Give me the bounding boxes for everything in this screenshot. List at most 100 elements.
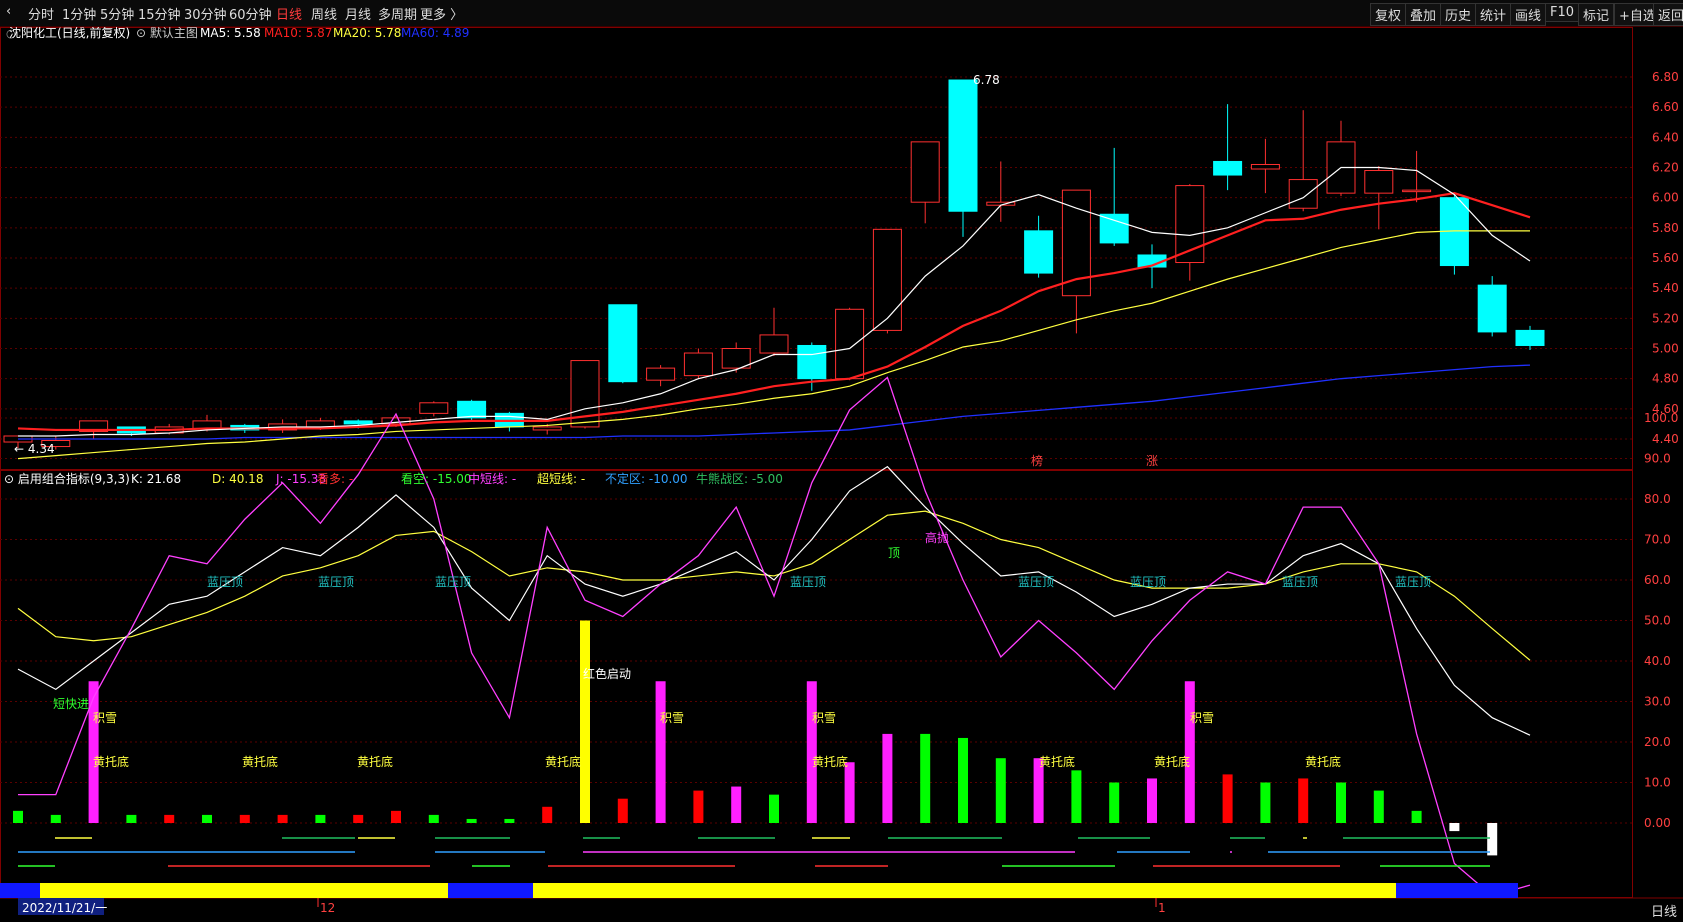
period-tab-4[interactable]: 30分钟 xyxy=(184,4,227,23)
candle-body xyxy=(1477,284,1507,333)
ma-legend-1: MA10: 5.87 xyxy=(264,27,332,40)
annotation-gaopao: 高抛 xyxy=(925,530,949,545)
histogram-bar xyxy=(126,814,137,823)
histogram-bar xyxy=(542,806,553,823)
sub-tick: 40.0 xyxy=(1644,654,1671,668)
period-tab-7[interactable]: 周线 xyxy=(311,4,337,23)
ma-legend-3: MA60: 4.89 xyxy=(401,27,469,40)
price-tick: 6.40 xyxy=(1652,130,1679,144)
marker-zhang: 涨 xyxy=(1146,453,1158,468)
histogram-bar xyxy=(1487,823,1498,856)
period-tab-5[interactable]: 60分钟 xyxy=(229,4,272,23)
period-tab-6[interactable]: 日线 xyxy=(276,4,302,23)
sub-legend-4: 看空: -15.00 xyxy=(401,472,472,486)
sub-tick: 0.00 xyxy=(1644,816,1671,830)
candle-body xyxy=(1288,179,1318,209)
histogram-bar xyxy=(920,733,931,823)
price-tick: 5.80 xyxy=(1652,221,1679,235)
annotation-jixue: 积雪 xyxy=(812,711,836,725)
histogram-bar xyxy=(769,794,779,823)
trend-band-segment xyxy=(40,883,448,898)
candle-body xyxy=(1364,170,1394,194)
annotation-huangtuodi: 黄托底 xyxy=(93,754,129,769)
period-tab-3[interactable]: 15分钟 xyxy=(138,4,181,23)
sub-tick: 70.0 xyxy=(1644,533,1671,547)
histogram-bar xyxy=(958,737,968,823)
histogram-bar xyxy=(655,681,666,823)
main-indicator-name: ⊙ 默认主图 xyxy=(136,27,198,40)
annotation-ding: 顶 xyxy=(888,546,900,560)
back-arrow-icon[interactable]: ‹ xyxy=(6,4,11,19)
price-tick: 6.00 xyxy=(1652,191,1679,205)
histogram-bar xyxy=(693,790,704,823)
annotation-huangtuodi: 黄托底 xyxy=(1039,754,1075,769)
annotation-jixue: 积雪 xyxy=(660,711,684,725)
toolbar-button-5[interactable]: F10 xyxy=(1545,3,1580,22)
annotation-lanyading: 蓝压顶 xyxy=(435,575,471,589)
sub-legend-6: 超短线: - xyxy=(537,471,585,486)
period-tab-2[interactable]: 5分钟 xyxy=(100,4,134,23)
annotation-huangtuodi: 黄托底 xyxy=(357,754,393,769)
annotation-jixue: 积雪 xyxy=(1190,711,1214,725)
trend-band-segment xyxy=(1396,883,1518,898)
trend-band-segment xyxy=(448,883,533,898)
annotation-huangtuodi: 黄托底 xyxy=(545,754,581,769)
period-tab-1[interactable]: 1分钟 xyxy=(62,4,96,23)
annotation-lanyading: 蓝压顶 xyxy=(1395,575,1431,589)
annotation-lanyading: 蓝压顶 xyxy=(1130,575,1166,589)
price-tick: 4.40 xyxy=(1652,432,1679,446)
toolbar-button-4[interactable]: 画线 xyxy=(1510,3,1547,26)
histogram-bar xyxy=(466,818,477,823)
toolbar-button-2[interactable]: 历史 xyxy=(1440,3,1477,26)
histogram-bar xyxy=(1411,810,1422,823)
candle-body xyxy=(1515,329,1545,346)
histogram-bar xyxy=(882,733,893,823)
price-tick: 6.20 xyxy=(1652,161,1679,175)
histogram-bar xyxy=(1222,774,1233,823)
price-tick: 6.60 xyxy=(1652,100,1679,114)
candle-body xyxy=(419,402,449,414)
price-tick: 4.80 xyxy=(1652,372,1679,386)
sub-tick: 80.0 xyxy=(1644,492,1671,506)
period-tab-0[interactable]: 分时 xyxy=(28,4,54,23)
toolbar-button-8[interactable]: 返回 xyxy=(1653,3,1683,26)
toolbar-button-0[interactable]: 复权 xyxy=(1370,3,1407,26)
candle-body xyxy=(948,79,978,212)
price-tick: 5.60 xyxy=(1652,251,1679,265)
histogram-bar xyxy=(995,758,1006,823)
annotation-lanyading: 蓝压顶 xyxy=(1018,575,1054,589)
candlestick-chart: 6.80 6.60 6.40 6.20 6.00 5.80 5.60 5.40 5.20 5.00… xyxy=(0,27,1683,922)
histogram-bar xyxy=(504,818,515,823)
toolbar-button-1[interactable]: 叠加 xyxy=(1405,3,1442,26)
histogram-bar xyxy=(353,814,364,823)
sub-legend-1: D: 40.18 xyxy=(212,472,263,486)
period-tab-8[interactable]: 月线 xyxy=(345,4,371,23)
histogram-bar xyxy=(844,762,855,823)
price-tick: 5.20 xyxy=(1652,311,1679,325)
candle-body xyxy=(683,352,713,377)
histogram-bar xyxy=(391,810,401,823)
histogram-bar xyxy=(277,814,288,823)
histogram-bar xyxy=(1147,778,1157,823)
candle-body xyxy=(1402,189,1432,193)
candle-body xyxy=(532,426,562,431)
sub-legend-8: 牛熊战区: -5.00 xyxy=(696,471,783,486)
annotation-lanyading: 蓝压顶 xyxy=(1282,575,1318,589)
sub-indicator-name: ⊙ 启用组合指标(9,3,3) xyxy=(4,471,130,486)
histogram-bar xyxy=(806,681,817,823)
period-tab-9[interactable]: 多周期 xyxy=(378,4,417,23)
candle-body xyxy=(646,367,676,381)
marker-bang: 榜 xyxy=(1031,453,1043,468)
period-tab-10[interactable]: 更多 〉 xyxy=(420,4,463,23)
sub-tick: 10.0 xyxy=(1644,776,1671,790)
sub-legend-0: K: 21.68 xyxy=(131,472,181,486)
price-tick: 6.80 xyxy=(1652,70,1679,84)
histogram-bar xyxy=(13,810,23,823)
candle-body xyxy=(835,308,865,380)
toolbar-button-6[interactable]: 标记 xyxy=(1578,3,1615,26)
price-tick: 5.40 xyxy=(1652,281,1679,295)
candle-body xyxy=(910,141,940,203)
candle-body xyxy=(192,420,222,429)
period-label: 日线 xyxy=(1650,905,1677,920)
toolbar-button-3[interactable]: 统计 xyxy=(1475,3,1512,26)
